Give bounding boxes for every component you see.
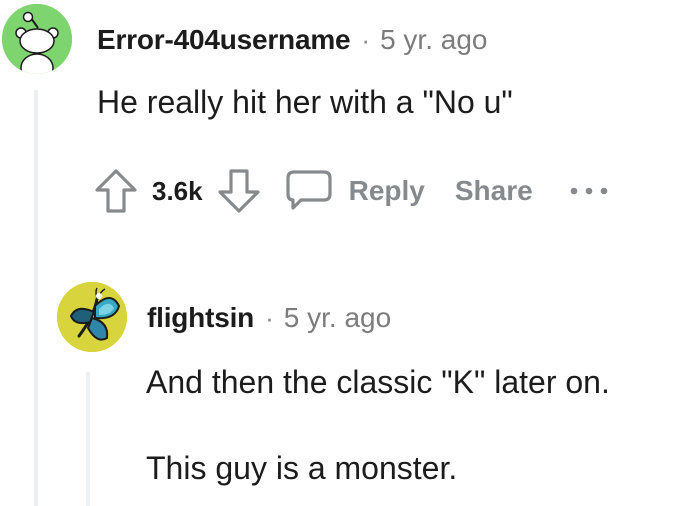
comment-thread: Error-404username · 5 yr. ago He really … [0,0,700,506]
speech-bubble-icon [286,170,332,210]
avatar[interactable] [2,4,72,74]
butterfly-icon [57,282,127,352]
comment-header: Error-404username · 5 yr. ago [97,22,487,58]
comment-body: He really hit her with a "No u" [97,84,513,120]
upvote-arrow-icon [95,169,137,213]
separator: · [265,302,274,333]
username-reply[interactable]: flightsin [147,302,254,334]
separator: · [361,24,371,55]
reply-button[interactable]: Reply [285,167,425,215]
reply-body-line: This guy is a monster. [146,450,458,486]
reply-body: And then the classic "K" later on. This … [146,362,610,488]
timestamp-reply[interactable]: 5 yr. ago [284,302,391,334]
downvote-arrow-icon [218,169,260,213]
thread-line-reply[interactable] [86,372,90,506]
reply-body-line: And then the classic "K" later on. [146,364,610,400]
reply-header: flightsin · 5 yr. ago [147,300,391,336]
avatar-reply[interactable] [57,282,127,352]
timestamp[interactable]: 5 yr. ago [380,24,487,56]
username[interactable]: Error-404username [97,24,351,56]
comment-action-bar: 3.6k Reply Share [92,164,609,218]
vote-count: 3.6k [152,175,203,206]
downvote-button[interactable] [215,167,263,215]
more-dots-icon [570,187,607,195]
reply-label: Reply [348,175,425,206]
more-options-button[interactable] [569,185,609,197]
thread-line[interactable] [34,90,38,506]
upvote-button[interactable] [92,167,140,215]
share-button[interactable]: Share [455,175,533,207]
snoo-avatar-icon [2,4,72,74]
